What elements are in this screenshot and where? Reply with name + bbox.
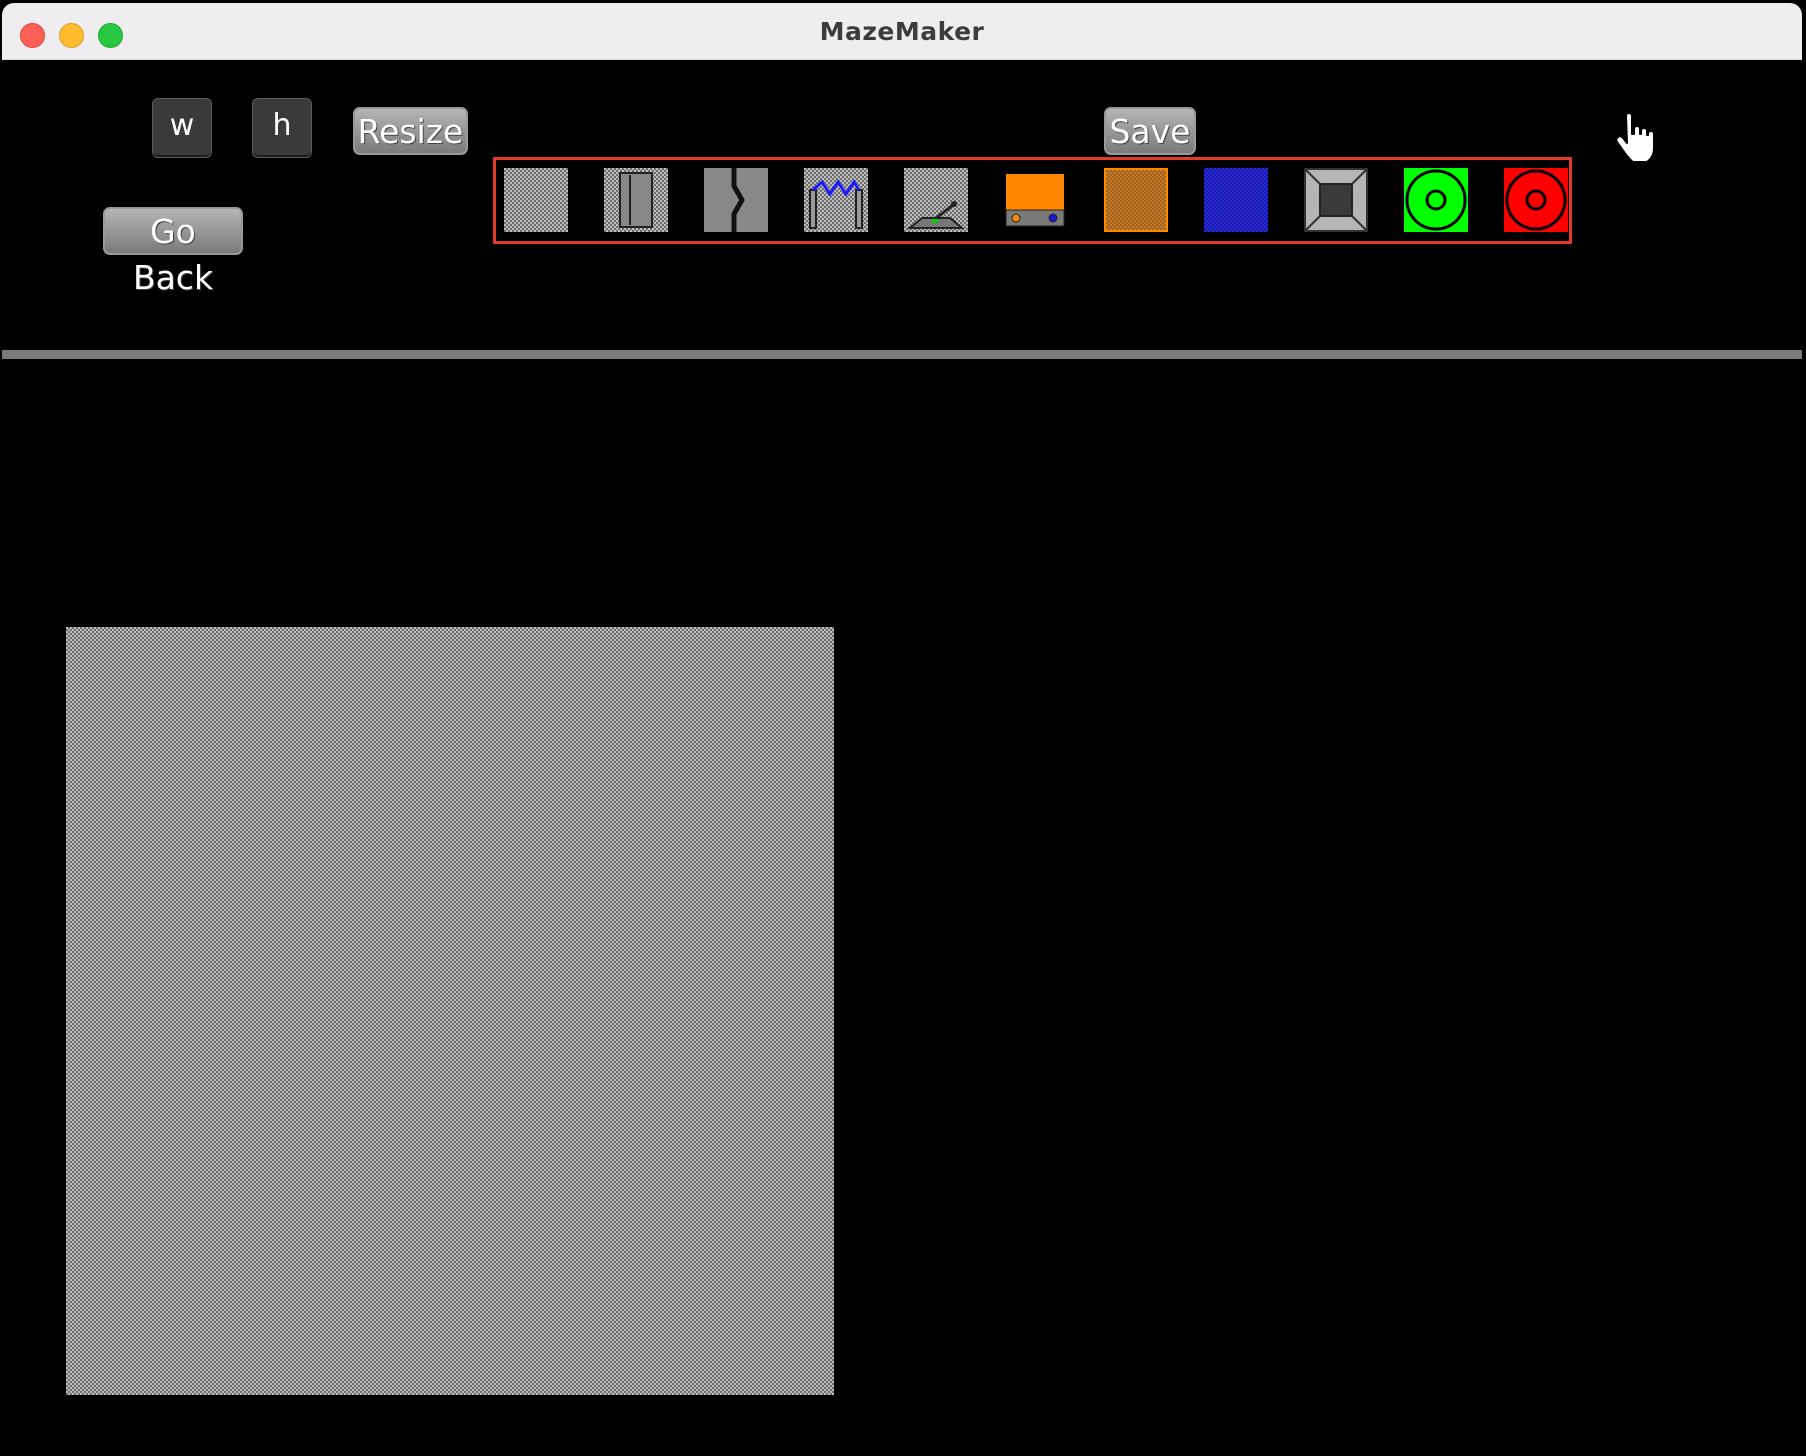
- floor-tile-icon[interactable]: [504, 168, 568, 232]
- save-button[interactable]: Save: [1104, 107, 1196, 155]
- water-tile-icon[interactable]: [1204, 168, 1268, 232]
- toolbar-divider: [2, 350, 1802, 359]
- control-panel-tile-icon[interactable]: [1004, 168, 1068, 232]
- dirt-tile-icon[interactable]: [1104, 168, 1168, 232]
- resize-button[interactable]: Resize: [353, 107, 468, 155]
- window-title: MazeMaker: [819, 17, 985, 46]
- wall-block-tile-icon[interactable]: [1304, 168, 1368, 232]
- editor-content: w h Resize Save Go Back: [2, 60, 1802, 1456]
- door-tile-icon[interactable]: [604, 168, 668, 232]
- app-window: MazeMaker w h Resize Save Go Back: [0, 0, 1806, 1456]
- maze-canvas[interactable]: [66, 627, 834, 1395]
- go-back-button[interactable]: Go Back: [103, 207, 243, 297]
- title-bar: MazeMaker: [2, 3, 1802, 60]
- start-target-tile-icon[interactable]: [1404, 168, 1468, 232]
- end-target-tile-icon[interactable]: [1504, 168, 1568, 232]
- tile-palette: [493, 157, 1572, 244]
- hand-cursor-icon: [1612, 112, 1656, 169]
- electric-fence-tile-icon[interactable]: [804, 168, 868, 232]
- cracked-wall-tile-icon[interactable]: [704, 168, 768, 232]
- height-input[interactable]: h: [252, 98, 312, 158]
- width-input[interactable]: w: [152, 98, 212, 158]
- lever-tile-icon[interactable]: [904, 168, 968, 232]
